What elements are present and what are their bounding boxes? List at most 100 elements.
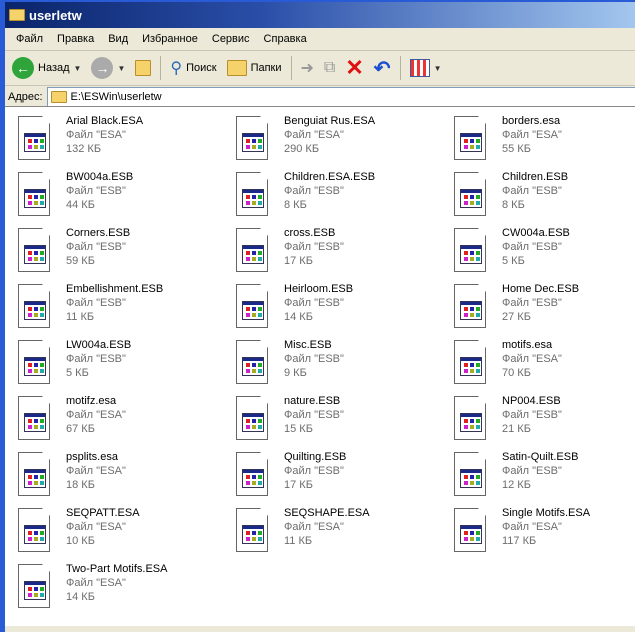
- file-item[interactable]: SEQPATT.ESA Файл "ESA" 10 КБ: [18, 506, 228, 556]
- views-icon: [409, 59, 430, 77]
- menu-favorites[interactable]: Избранное: [135, 33, 205, 45]
- menu-tools[interactable]: Сервис: [205, 33, 257, 45]
- undo-button[interactable]: ↶: [371, 54, 394, 83]
- forward-button[interactable]: → ▼: [88, 55, 128, 81]
- file-size: 17 КБ: [284, 255, 313, 267]
- file-item[interactable]: Children.ESA.ESB Файл "ESB" 8 КБ: [236, 170, 446, 220]
- esa-file-icon: [236, 116, 268, 160]
- separator: [290, 56, 292, 80]
- menu-file[interactable]: Файл: [9, 33, 50, 45]
- file-item[interactable]: motifs.esa Файл "ESA" 70 КБ: [454, 338, 635, 388]
- copy-to-button[interactable]: ⧉: [321, 57, 338, 79]
- esa-file-icon: [236, 284, 268, 328]
- file-size: 27 КБ: [502, 311, 531, 323]
- file-type: Файл "ESA": [66, 465, 126, 477]
- esa-file-icon: [18, 172, 50, 216]
- file-item[interactable]: Corners.ESB Файл "ESB" 59 КБ: [18, 226, 228, 276]
- file-item[interactable]: motifz.esa Файл "ESA" 67 КБ: [18, 394, 228, 444]
- menu-help[interactable]: Справка: [257, 33, 314, 45]
- file-type: Файл "ESB": [66, 297, 126, 309]
- delete-button[interactable]: ✕: [342, 53, 366, 83]
- file-name: Corners.ESB: [66, 227, 131, 239]
- file-item[interactable]: Single Motifs.ESA Файл "ESA" 117 КБ: [454, 506, 635, 556]
- file-type: Файл "ESB": [284, 297, 344, 309]
- file-name: Benguiat Rus.ESA: [284, 115, 376, 127]
- move-to-button[interactable]: ➜: [298, 56, 317, 80]
- file-name: Home Dec.ESB: [502, 283, 580, 295]
- file-name: Embellishment.ESB: [66, 283, 164, 295]
- esa-file-icon: [454, 284, 486, 328]
- file-name: LW004a.ESB: [66, 339, 132, 351]
- file-name: Quilting.ESB: [284, 451, 347, 463]
- chevron-down-icon[interactable]: ▼: [117, 64, 125, 73]
- file-name: motifz.esa: [66, 395, 117, 407]
- file-item[interactable]: nature.ESB Файл "ESB" 15 КБ: [236, 394, 446, 444]
- file-type: Файл "ESB": [66, 241, 126, 253]
- esa-file-icon: [454, 396, 486, 440]
- file-name: Heirloom.ESB: [284, 283, 354, 295]
- address-input[interactable]: E:\ESWin\userletw: [46, 87, 635, 107]
- up-folder-button[interactable]: [132, 58, 154, 78]
- file-item[interactable]: Home Dec.ESB Файл "ESB" 27 КБ: [454, 282, 635, 332]
- file-item[interactable]: borders.esa Файл "ESA" 55 КБ: [454, 114, 635, 164]
- file-size: 290 КБ: [284, 143, 320, 155]
- file-name: Two-Part Motifs.ESA: [66, 563, 168, 575]
- esa-file-icon: [18, 340, 50, 384]
- file-name: NP004.ESB: [502, 395, 561, 407]
- file-item[interactable]: BW004a.ESB Файл "ESB" 44 КБ: [18, 170, 228, 220]
- esa-file-icon: [454, 340, 486, 384]
- file-size: 8 КБ: [284, 199, 307, 211]
- forward-arrow-icon: →: [91, 57, 114, 79]
- file-type: Файл "ESB": [502, 297, 562, 309]
- copy-to-icon: ⧉: [323, 59, 336, 76]
- file-item[interactable]: Misc.ESB Файл "ESB" 9 КБ: [236, 338, 446, 388]
- file-size: 12 КБ: [502, 479, 531, 491]
- file-item[interactable]: Arial Black.ESA Файл "ESA" 132 КБ: [18, 114, 228, 164]
- file-name: SEQSHAPE.ESA: [284, 507, 370, 519]
- file-item[interactable]: psplits.esa Файл "ESA" 18 КБ: [18, 450, 228, 500]
- esa-file-icon: [236, 508, 268, 552]
- undo-icon: ↶: [373, 57, 391, 80]
- file-size: 21 КБ: [502, 423, 531, 435]
- folders-label: Папки: [250, 62, 282, 74]
- file-item[interactable]: Children.ESB Файл "ESB" 8 КБ: [454, 170, 635, 220]
- menu-edit[interactable]: Правка: [50, 33, 101, 45]
- file-item[interactable]: Satin-Quilt.ESB Файл "ESB" 12 КБ: [454, 450, 635, 500]
- file-name: Satin-Quilt.ESB: [502, 451, 579, 463]
- chevron-down-icon[interactable]: ▼: [434, 64, 442, 73]
- file-item[interactable]: LW004a.ESB Файл "ESB" 5 КБ: [18, 338, 228, 388]
- file-name: cross.ESB: [284, 227, 336, 239]
- file-item[interactable]: Heirloom.ESB Файл "ESB" 14 КБ: [236, 282, 446, 332]
- search-button[interactable]: ⚲ Поиск: [167, 56, 219, 80]
- esa-file-icon: [18, 564, 50, 608]
- file-item[interactable]: Embellishment.ESB Файл "ESB" 11 КБ: [18, 282, 228, 332]
- esa-file-icon: [236, 340, 268, 384]
- esa-file-icon: [18, 284, 50, 328]
- file-type: Файл "ESA": [502, 521, 562, 533]
- views-button[interactable]: ▼: [407, 57, 445, 79]
- address-label: Адрес:: [8, 91, 43, 103]
- file-item[interactable]: SEQSHAPE.ESA Файл "ESA" 11 КБ: [236, 506, 446, 556]
- file-size: 5 КБ: [66, 367, 89, 379]
- file-item[interactable]: Quilting.ESB Файл "ESB" 17 КБ: [236, 450, 446, 500]
- file-size: 14 КБ: [66, 591, 95, 603]
- file-type: Файл "ESA": [66, 409, 126, 421]
- file-item[interactable]: Benguiat Rus.ESA Файл "ESA" 290 КБ: [236, 114, 446, 164]
- file-type: Файл "ESB": [502, 241, 562, 253]
- folders-button[interactable]: Папки: [224, 58, 285, 78]
- esa-file-icon: [236, 228, 268, 272]
- file-item[interactable]: cross.ESB Файл "ESB" 17 КБ: [236, 226, 446, 276]
- back-button[interactable]: ← Назад ▼: [9, 55, 84, 81]
- file-item[interactable]: Two-Part Motifs.ESA Файл "ESA" 14 КБ: [18, 562, 228, 612]
- file-size: 117 КБ: [502, 535, 537, 547]
- file-item[interactable]: CW004a.ESB Файл "ESB" 5 КБ: [454, 226, 635, 276]
- chevron-down-icon[interactable]: ▼: [74, 64, 82, 73]
- file-size: 55 КБ: [502, 143, 531, 155]
- file-list: Arial Black.ESA Файл "ESA" 132 КБ Bengui…: [5, 106, 635, 626]
- menu-view[interactable]: Вид: [101, 33, 135, 45]
- window-title: userletw: [29, 7, 82, 23]
- file-type: Файл "ESA": [502, 353, 562, 365]
- file-type: Файл "ESB": [284, 409, 344, 421]
- file-item[interactable]: NP004.ESB Файл "ESB" 21 КБ: [454, 394, 635, 444]
- file-size: 15 КБ: [284, 423, 313, 435]
